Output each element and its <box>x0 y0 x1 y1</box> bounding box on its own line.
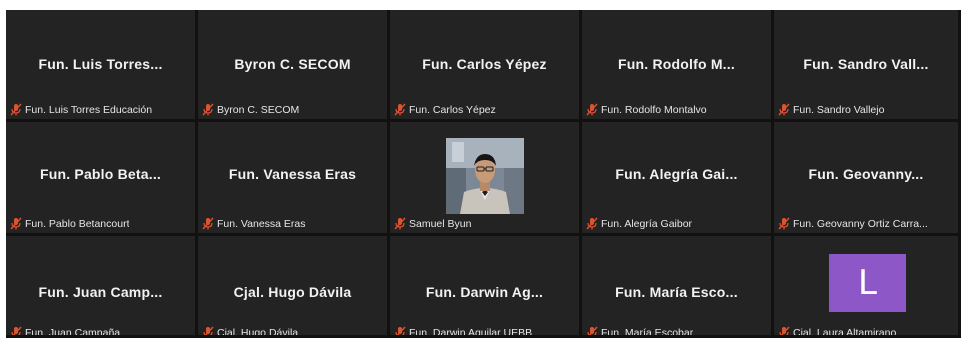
participant-display-name: Fun. Juan Camp... <box>38 284 163 300</box>
participant-name-tag: Samuel Byun <box>394 217 471 230</box>
muted-mic-icon <box>10 217 22 230</box>
participant-name-label: Fun. Pablo Betancourt <box>25 217 130 230</box>
participant-video-feed <box>446 138 524 214</box>
person-video-image <box>446 138 524 214</box>
participant-display-name: Fun. Luis Torres... <box>38 56 163 72</box>
participant-display-name: Fun. Darwin Ag... <box>425 284 544 300</box>
muted-mic-icon <box>586 103 598 116</box>
participant-name-tag: Fun. Luis Torres Educación <box>10 103 152 116</box>
participant-tile[interactable]: Cjal. Hugo Dávila Cjal. Hugo Dávila <box>198 236 387 335</box>
participant-tile[interactable]: Fun. Alegría Gai... Fun. Alegría Gaibor <box>582 122 771 233</box>
participant-name-tag: Fun. María Escobar <box>586 326 693 335</box>
participant-name-tag: Fun. Darwin Aguilar UEBB <box>394 326 532 335</box>
participant-name-tag: Cjal. Hugo Dávila <box>202 326 298 335</box>
participant-display-name: Fun. Vanessa Eras <box>228 166 357 182</box>
participant-name-tag: Fun. Pablo Betancourt <box>10 217 129 230</box>
participant-name-label: Samuel Byun <box>409 217 472 230</box>
participant-display-name: Fun. Geovanny... <box>808 166 924 182</box>
muted-mic-icon <box>779 326 790 335</box>
participant-tile[interactable]: Byron C. SECOM Byron C. SECOM <box>198 10 387 119</box>
participant-name-label: Cjal. Hugo Dávila <box>217 326 299 336</box>
participant-tile[interactable]: Fun. Darwin Ag... Fun. Darwin Aguilar UE… <box>390 236 579 335</box>
avatar: L <box>829 254 906 312</box>
participant-name-label: Cjal. Laura Altamirano <box>793 326 897 336</box>
participant-tile[interactable]: Fun. Geovanny... Fun. Geovanny Ortiz Car… <box>774 122 958 233</box>
participant-name-label: Fun. Carlos Yépez <box>409 103 496 116</box>
participant-name-label: Fun. María Escobar <box>601 326 694 336</box>
muted-mic-icon <box>587 326 598 335</box>
muted-mic-icon <box>10 103 22 116</box>
participant-name-tag: Fun. Sandro Vallejo <box>778 103 884 116</box>
participant-tile[interactable]: Fun. Vanessa Eras Fun. Vanessa Eras <box>198 122 387 233</box>
participant-name-label: Fun. Juan Campaña <box>25 326 121 336</box>
participant-gallery: Fun. Luis Torres... Fun. Luis Torres Edu… <box>6 10 961 338</box>
muted-mic-icon <box>586 217 598 230</box>
participant-display-name: Fun. Pablo Beta... <box>39 166 162 182</box>
participant-name-label: Fun. Rodolfo Montalvo <box>601 103 707 116</box>
participant-name-tag: Fun. Carlos Yépez <box>394 103 496 116</box>
participant-name-label: Fun. Geovanny Ortiz Carra... <box>793 217 928 230</box>
participant-tile-video[interactable]: Samuel Byun <box>390 122 579 233</box>
muted-mic-icon <box>778 217 790 230</box>
participant-display-name: Fun. Carlos Yépez <box>422 56 547 72</box>
participant-display-name: Fun. Sandro Vall... <box>803 56 929 72</box>
participant-tile[interactable]: Fun. Juan Camp... Fun. Juan Campaña <box>6 236 195 335</box>
participant-display-name: Cjal. Hugo Dávila <box>233 284 352 300</box>
participant-display-name: Fun. Rodolfo M... <box>618 56 735 72</box>
participant-name-tag: Cjal. Laura Altamirano <box>778 326 896 335</box>
muted-mic-icon <box>202 103 214 116</box>
participant-tile[interactable]: Fun. Sandro Vall... Fun. Sandro Vallejo <box>774 10 958 119</box>
participant-tile[interactable]: L Cjal. Laura Altamirano <box>774 236 958 335</box>
participant-name-tag: Fun. Vanessa Eras <box>202 217 306 230</box>
participant-display-name: Fun. María Esco... <box>615 284 738 300</box>
participant-name-label: Fun. Sandro Vallejo <box>793 103 885 116</box>
participant-name-tag: Fun. Juan Campaña <box>10 326 120 335</box>
muted-mic-icon <box>394 103 406 116</box>
participant-name-tag: Fun. Rodolfo Montalvo <box>586 103 707 116</box>
participant-display-name: Fun. Alegría Gai... <box>615 166 738 182</box>
participant-name-label: Byron C. SECOM <box>217 103 300 116</box>
participant-name-tag: Byron C. SECOM <box>202 103 299 116</box>
participant-tile[interactable]: Fun. Pablo Beta... Fun. Pablo Betancourt <box>6 122 195 233</box>
participant-name-tag: Fun. Alegría Gaibor <box>586 217 692 230</box>
participant-name-label: Fun. Alegría Gaibor <box>601 217 693 230</box>
participant-tile[interactable]: Fun. María Esco... Fun. María Escobar <box>582 236 771 335</box>
participant-display-name: Byron C. SECOM <box>234 56 351 72</box>
participant-name-label: Fun. Luis Torres Educación <box>25 103 153 116</box>
muted-mic-icon <box>203 326 214 335</box>
muted-mic-icon <box>395 326 406 335</box>
participant-name-label: Fun. Vanessa Eras <box>217 217 306 230</box>
muted-mic-icon <box>202 217 214 230</box>
muted-mic-icon <box>778 103 790 116</box>
muted-mic-icon <box>11 326 22 335</box>
meeting-stage: Fun. Luis Torres... Fun. Luis Torres Edu… <box>0 0 965 338</box>
muted-mic-icon <box>394 217 406 230</box>
participant-name-tag: Fun. Geovanny Ortiz Carra... <box>778 217 928 230</box>
participant-tile[interactable]: Fun. Carlos Yépez Fun. Carlos Yépez <box>390 10 579 119</box>
participant-name-label: Fun. Darwin Aguilar UEBB <box>409 326 533 336</box>
participant-tile[interactable]: Fun. Luis Torres... Fun. Luis Torres Edu… <box>6 10 195 119</box>
participant-tile[interactable]: Fun. Rodolfo M... Fun. Rodolfo Montalvo <box>582 10 771 119</box>
